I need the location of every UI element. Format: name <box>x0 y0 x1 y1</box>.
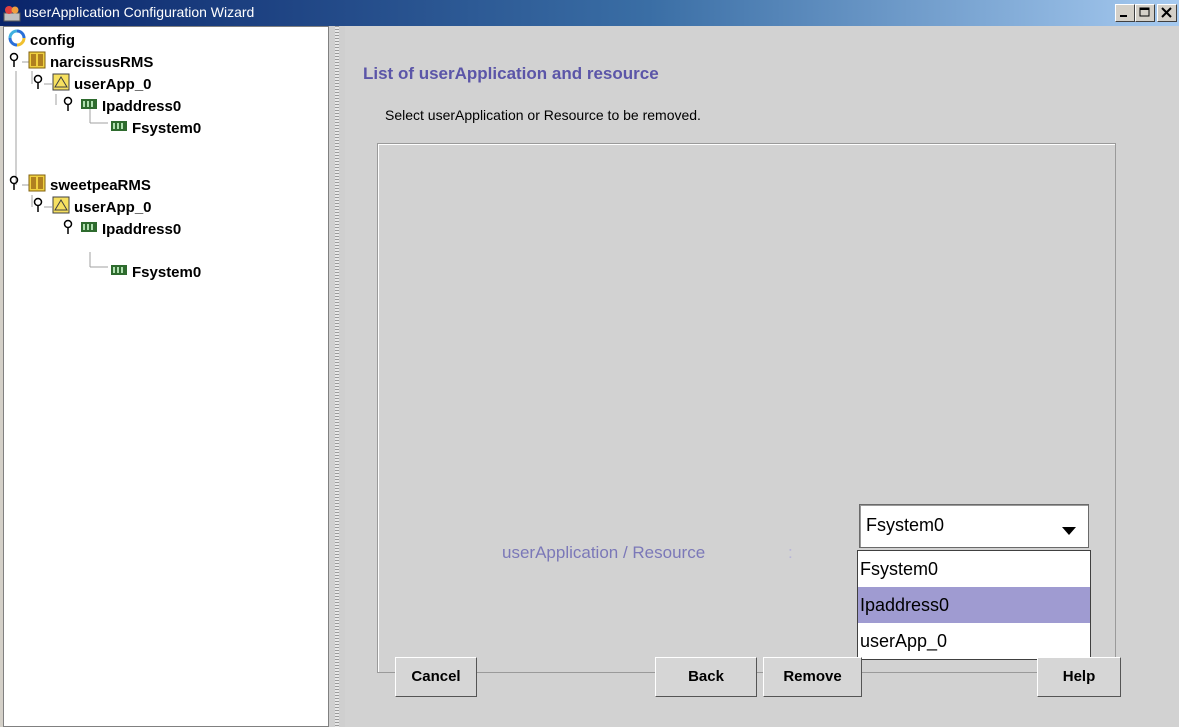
combo-dropdown-list[interactable]: Fsystem0 Ipaddress0 userApp_0 <box>857 550 1091 660</box>
tree-node-label: Ipaddress0 <box>102 220 182 238</box>
close-button[interactable] <box>1157 4 1177 22</box>
expand-handle-icon[interactable] <box>62 218 76 240</box>
tree-node-label: userApp_0 <box>74 198 152 216</box>
cluster-node-icon <box>28 174 46 196</box>
window-title: userApplication Configuration Wizard <box>24 4 255 20</box>
tree-node-label: Ipaddress0 <box>102 97 182 115</box>
tree-node-ipaddress[interactable]: Ipaddress0 <box>62 95 181 117</box>
panel-splitter[interactable] <box>329 26 345 727</box>
dropdown-option-highlighted[interactable]: Ipaddress0 <box>858 587 1090 623</box>
main-content: List of userApplication and resource Sel… <box>345 26 1179 727</box>
expand-handle-icon[interactable] <box>8 174 22 196</box>
expand-handle-icon[interactable] <box>8 51 22 73</box>
expand-handle-icon[interactable] <box>62 95 76 117</box>
dropdown-option[interactable]: Fsystem0 <box>858 551 1090 587</box>
expand-handle-icon[interactable] <box>32 196 46 218</box>
tree-root-config[interactable]: config <box>8 29 75 51</box>
selection-panel: userApplication / Resource : Fsystem0 Fs… <box>377 143 1116 673</box>
combo-selected-value: Fsystem0 <box>866 515 945 535</box>
splitter-grip[interactable] <box>335 26 339 727</box>
tree-node-sweetpearms[interactable]: sweetpeaRMS <box>8 174 151 196</box>
tree-node-label: Fsystem0 <box>132 263 202 281</box>
field-label: userApplication / Resource <box>502 543 706 562</box>
tree-node-fsystem[interactable]: Fsystem0 <box>110 261 201 283</box>
resource-icon <box>110 119 128 137</box>
tree-panel[interactable]: config narcissusRMS userApp_0 Ipaddress0 <box>3 26 329 727</box>
resource-icon <box>110 263 128 281</box>
tree-node-label: userApp_0 <box>74 75 152 93</box>
dropdown-option[interactable]: userApp_0 <box>858 623 1090 659</box>
cancel-button[interactable]: Cancel <box>395 657 477 697</box>
maximize-button[interactable] <box>1135 4 1155 22</box>
minimize-button[interactable] <box>1115 4 1135 22</box>
tree-node-label: narcissusRMS <box>50 53 154 71</box>
tree-node-narcissusrms[interactable]: narcissusRMS <box>8 51 153 73</box>
tree-node-userapp[interactable]: userApp_0 <box>32 73 152 95</box>
app-icon <box>3 4 21 22</box>
tree-node-ipaddress[interactable]: Ipaddress0 <box>62 218 181 240</box>
page-title: List of userApplication and resource <box>363 64 659 83</box>
help-button[interactable]: Help <box>1037 657 1121 697</box>
tree-node-label: Fsystem0 <box>132 119 202 137</box>
tree-node-fsystem[interactable]: Fsystem0 <box>110 117 201 139</box>
title-bar[interactable]: userApplication Configuration Wizard <box>0 0 1179 26</box>
instruction-text: Select userApplication or Resource to be… <box>385 107 701 123</box>
resource-combo-box[interactable]: Fsystem0 <box>859 504 1089 548</box>
tree-node-label: sweetpeaRMS <box>50 176 151 194</box>
resource-icon <box>80 220 98 238</box>
user-application-icon <box>52 196 70 218</box>
resource-icon <box>80 97 98 115</box>
tree-root-label: config <box>30 31 75 49</box>
user-application-icon <box>52 73 70 95</box>
remove-button[interactable]: Remove <box>763 657 862 697</box>
cluster-node-icon <box>28 51 46 73</box>
config-icon <box>8 29 26 51</box>
field-colon: : <box>788 543 793 562</box>
expand-handle-icon[interactable] <box>32 73 46 95</box>
chevron-down-icon[interactable] <box>1062 522 1076 540</box>
back-button[interactable]: Back <box>655 657 757 697</box>
tree-node-userapp[interactable]: userApp_0 <box>32 196 152 218</box>
